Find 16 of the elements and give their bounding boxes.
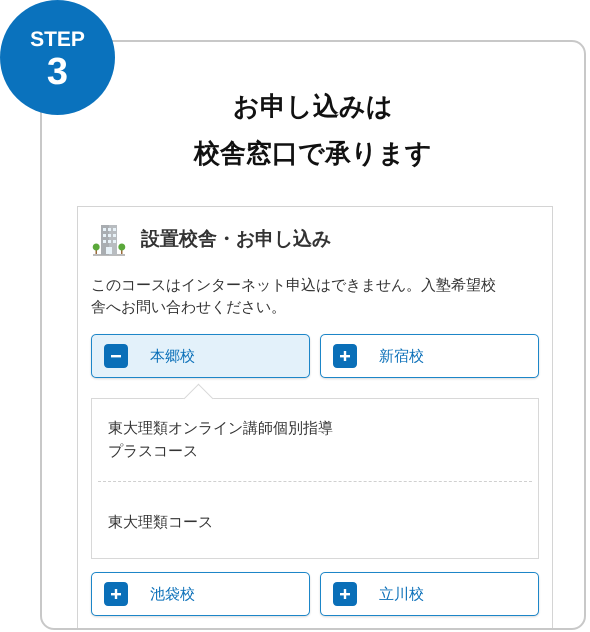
campus-toggle[interactable]: 本郷校 (91, 334, 310, 378)
campus-toggle[interactable]: 新宿校 (320, 334, 539, 378)
plus-icon (104, 582, 128, 606)
section-heading: 設置校舎・お申し込み (141, 227, 331, 252)
campus-toggle[interactable]: 池袋校 (91, 572, 310, 616)
plus-icon (333, 344, 357, 368)
step-number: 3 (46, 52, 68, 92)
step-title: 校舎窓口で承ります (194, 138, 432, 171)
step-label: STEP (30, 28, 85, 52)
course-link[interactable]: 東大理類コース (108, 511, 339, 534)
section-description: このコースはインターネット申込はできません。入塾希望校舎へお問い合わせください。 (91, 275, 497, 318)
plus-icon (333, 582, 357, 606)
step-title: お申し込みは (233, 91, 393, 124)
minus-icon (104, 344, 128, 368)
course-link[interactable]: 東大理類オンライン講師個別指導プラスコース (108, 417, 339, 463)
campus-toggle[interactable]: 立川校 (320, 572, 539, 616)
